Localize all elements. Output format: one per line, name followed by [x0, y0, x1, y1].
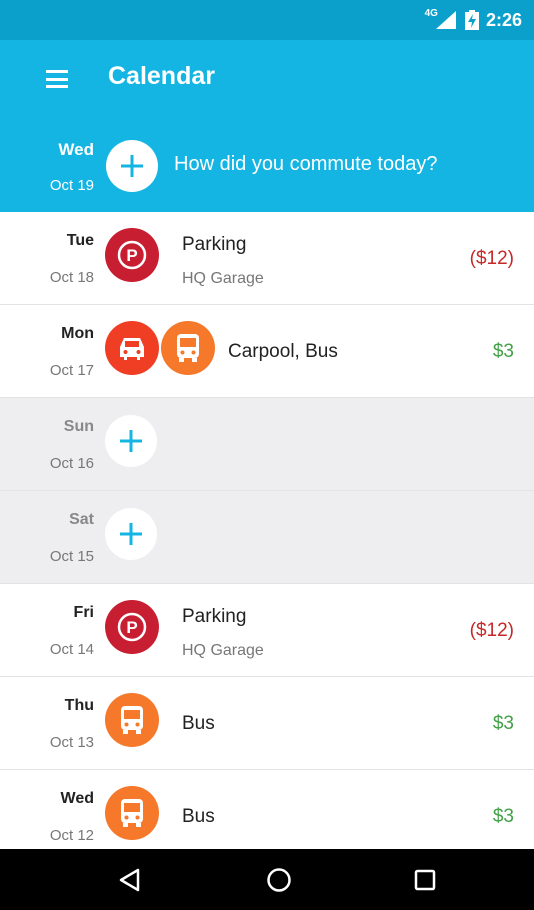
day-of-week: Sun [63, 418, 94, 435]
clock: 2:26 [485, 9, 522, 30]
back-button[interactable] [115, 865, 145, 895]
battery-icon [464, 10, 479, 30]
entry-amount: ($12) [469, 248, 514, 269]
day-date: Oct 18 [49, 269, 94, 286]
day-date: Oct 17 [49, 362, 94, 379]
day-list: Tue Oct 18 P Parking HQ Garage ($12) Mon… [0, 212, 534, 863]
entry-amount: $3 [492, 341, 514, 362]
entry-amount: ($12) [469, 620, 514, 641]
plus-icon [120, 523, 142, 545]
commute-prompt: How did you commute today? [174, 153, 438, 175]
entry-amount: $3 [492, 806, 514, 827]
add-commute-button[interactable] [105, 415, 157, 467]
list-item[interactable]: Tue Oct 18 P Parking HQ Garage ($12) [0, 212, 534, 305]
day-of-week: Wed [58, 140, 94, 159]
svg-text:P: P [126, 246, 137, 265]
parking-icon: P [105, 600, 159, 654]
list-item[interactable]: Fri Oct 14 P Parking HQ Garage ($12) [0, 584, 534, 677]
day-date: Oct 12 [49, 827, 94, 844]
entry-title: Bus [182, 713, 215, 734]
day-date: Oct 16 [49, 455, 94, 472]
day-date: Oct 14 [49, 641, 94, 658]
svg-text:P: P [126, 618, 137, 637]
home-circle-icon [267, 868, 291, 892]
list-item[interactable]: Thu Oct 13 Bus $3 [0, 677, 534, 770]
day-of-week: Tue [66, 232, 94, 249]
day-date: Oct 15 [49, 548, 94, 565]
list-item[interactable]: Sun Oct 16 [0, 398, 534, 491]
list-item[interactable]: Mon Oct 17 Carpool, Bus $3 [0, 305, 534, 398]
day-of-week: Mon [61, 325, 94, 342]
entry-amount: $3 [492, 713, 514, 734]
day-of-week: Fri [73, 604, 94, 621]
list-item[interactable]: Sat Oct 15 [0, 491, 534, 584]
entry-title: Parking [182, 234, 247, 255]
menu-icon[interactable] [46, 70, 68, 88]
back-triangle-icon [119, 868, 140, 892]
recents-button[interactable] [410, 865, 440, 895]
today-row[interactable]: Wed Oct 19 How did you commute today? [0, 120, 534, 212]
plus-icon [120, 430, 142, 452]
day-date: Oct 19 [49, 177, 94, 194]
day-of-week: Thu [64, 697, 94, 714]
recents-square-icon [414, 869, 436, 891]
add-commute-button[interactable] [105, 508, 157, 560]
add-commute-button[interactable] [106, 140, 158, 192]
status-bar: 4G 2:26 [0, 0, 534, 40]
navigation-bar [0, 849, 534, 910]
parking-icon: P [105, 228, 159, 282]
day-of-week: Sat [69, 511, 94, 528]
entry-title: Carpool, Bus [228, 341, 338, 362]
day-date: Oct 13 [49, 734, 94, 751]
day-of-week: Wed [60, 790, 94, 807]
bus-icon [105, 693, 159, 747]
home-button[interactable] [264, 865, 294, 895]
car-icon [105, 321, 159, 375]
signal-icon [435, 11, 456, 29]
entry-title: Parking [182, 606, 247, 627]
entry-title: Bus [182, 806, 215, 827]
plus-icon [121, 155, 143, 177]
bus-icon [105, 786, 159, 840]
network-type: 4G [424, 7, 438, 19]
entry-subtitle: HQ Garage [182, 270, 264, 287]
app-bar: Calendar [0, 40, 534, 120]
page-title: Calendar [108, 62, 215, 90]
entry-subtitle: HQ Garage [182, 642, 264, 659]
bus-icon [161, 321, 215, 375]
